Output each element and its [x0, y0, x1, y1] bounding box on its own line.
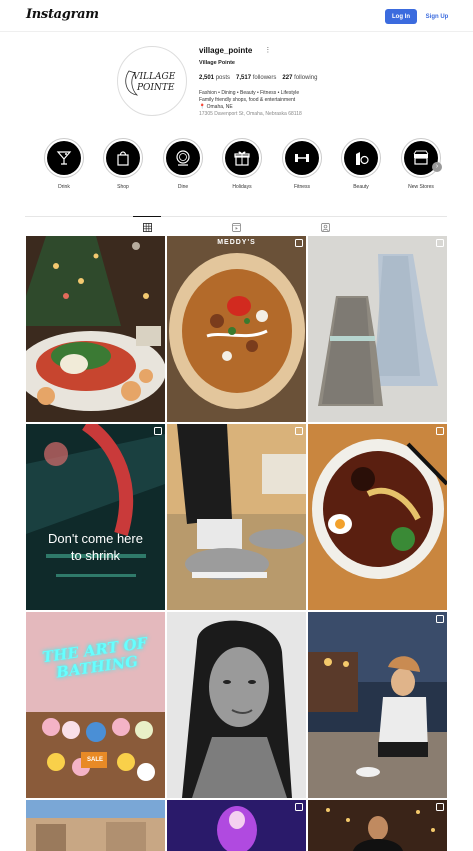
post-image — [308, 424, 447, 610]
post-image — [167, 800, 306, 851]
bio-address[interactable]: 17305 Davenport St, Omaha, Nebraska 6811… — [199, 111, 459, 118]
post-image — [26, 424, 165, 610]
avatar-logo-line1: VILLAGE — [133, 72, 176, 82]
post-tile-portrait[interactable] — [167, 612, 306, 798]
carousel-icon — [295, 427, 303, 435]
highlight-drink[interactable]: Drink — [40, 138, 88, 190]
post-tile-ramen[interactable] — [308, 424, 447, 610]
grid-icon — [142, 222, 152, 232]
shopping-bag-icon — [117, 151, 129, 166]
location-pin-icon: 📍 — [199, 104, 206, 110]
highlight-label: Dine — [177, 184, 189, 190]
top-nav-bar: Instagram Log In Sign Up — [0, 0, 473, 32]
instagram-logo[interactable]: Instagram — [26, 7, 99, 22]
reel-icon — [436, 803, 444, 811]
post-tile-meddys-dish[interactable]: MEDDY'S — [167, 236, 306, 422]
profile-avatar[interactable]: VILLAGE POINTE — [117, 46, 187, 116]
post-image — [26, 236, 165, 422]
carousel-icon — [436, 427, 444, 435]
post-image — [308, 800, 447, 851]
profile-info: village_pointe ⋮ Village Pointe 2,501 po… — [199, 44, 459, 118]
post-image — [167, 612, 306, 798]
post-tile-kids-dresses[interactable] — [308, 236, 447, 422]
highlight-label: Drink — [58, 184, 70, 190]
profile-tabs — [25, 216, 447, 234]
post-tile-art-of-bathing[interactable]: THE ART OF BATHING SALE — [26, 612, 165, 798]
tab-posts[interactable] — [133, 216, 161, 233]
plate-icon — [176, 150, 190, 166]
tab-reels[interactable] — [222, 221, 250, 233]
chevron-right-icon[interactable]: › — [432, 162, 442, 172]
login-button[interactable]: Log In — [385, 9, 417, 24]
highlight-fitness[interactable]: Fitness — [278, 138, 326, 190]
following-stat[interactable]: 227 following — [282, 75, 317, 81]
highlight-label: Fitness — [293, 184, 311, 190]
tagged-icon — [320, 222, 330, 232]
highlight-label: Holidays — [232, 184, 252, 190]
lipstick-icon — [356, 152, 369, 165]
reel-icon — [154, 427, 162, 435]
signup-link[interactable]: Sign Up — [422, 9, 452, 24]
bio-line-2: Family friendly shops, food & entertainm… — [199, 97, 296, 103]
highlight-label: Shop — [117, 184, 129, 190]
posts-stat: 2,501 posts — [199, 75, 231, 81]
post-caption-line1: Don't come here — [48, 531, 143, 546]
story-highlights: Drink Shop Dine Holidays Fitness Beauty — [40, 138, 450, 194]
highlight-label: Beauty — [353, 184, 369, 190]
bio-line-3: 📍 Omaha, NE — [199, 104, 233, 110]
more-options-icon[interactable]: ⋮ — [264, 46, 271, 54]
highlight-label: New Stores — [408, 184, 434, 190]
dumbbell-icon — [295, 154, 309, 162]
post-tile-holiday-seafood[interactable] — [26, 236, 165, 422]
post-image — [167, 424, 306, 610]
highlight-holidays[interactable]: Holidays — [218, 138, 266, 190]
highlight-beauty[interactable]: Beauty — [337, 138, 385, 190]
profile-username: village_pointe — [199, 45, 253, 55]
sale-sign: SALE — [86, 757, 103, 763]
tab-tagged[interactable] — [311, 221, 339, 233]
post-tile-fitness[interactable]: Don't come here to shrink — [26, 424, 165, 610]
highlight-shop[interactable]: Shop — [99, 138, 147, 190]
avatar-logo-line2: POINTE — [136, 83, 175, 93]
profile-full-name: Village Pointe — [199, 60, 235, 66]
highlight-dine[interactable]: Dine — [159, 138, 207, 190]
post-tile-sneakers[interactable] — [167, 424, 306, 610]
reels-icon — [231, 222, 241, 232]
bio-line-1: Fashion • Dining • Beauty • Fitness • Li… — [199, 90, 300, 96]
profile-stats: 2,501 posts 7,517 followers 227 followin… — [199, 75, 459, 81]
post-image — [308, 236, 447, 422]
post-caption-line2: to shrink — [70, 548, 121, 563]
followers-stat[interactable]: 7,517 followers — [236, 75, 276, 81]
post-tile-shopping-center[interactable] — [26, 800, 165, 851]
post-image — [308, 612, 447, 798]
store-icon — [413, 150, 429, 165]
martini-icon — [56, 151, 72, 165]
posts-grid: MEDDY'S Don't come here to shrink THE AR… — [26, 236, 447, 851]
profile-bio: Fashion • Dining • Beauty • Fitness • Li… — [199, 90, 459, 118]
post-image — [26, 800, 165, 851]
reel-icon — [295, 803, 303, 811]
carousel-icon — [436, 239, 444, 247]
reel-icon — [295, 239, 303, 247]
post-brand-label: MEDDY'S — [217, 239, 256, 246]
carousel-icon — [436, 615, 444, 623]
post-tile-person-lights[interactable] — [308, 800, 447, 851]
post-tile-neon-dancer[interactable] — [167, 800, 306, 851]
post-image — [167, 236, 306, 422]
post-tile-coffee[interactable] — [308, 612, 447, 798]
gift-icon — [234, 151, 250, 166]
village-pointe-logo: VILLAGE POINTE — [125, 70, 176, 96]
